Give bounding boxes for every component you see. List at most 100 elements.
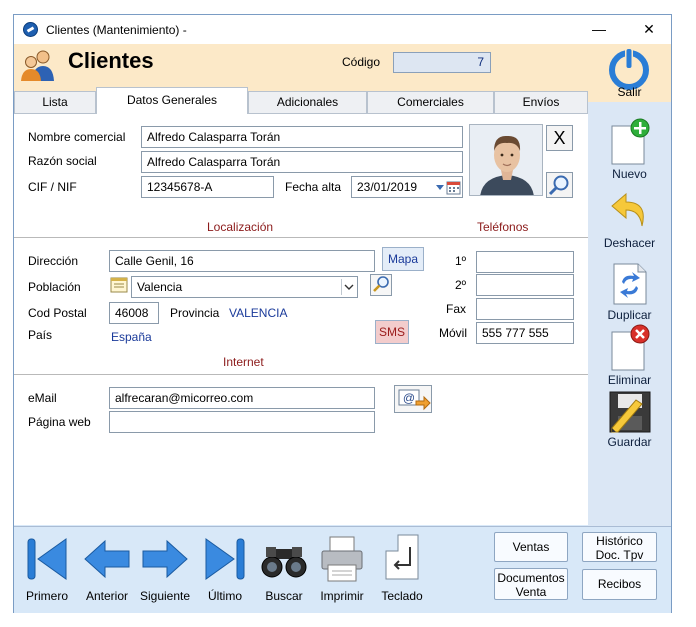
email-field[interactable]: alfrecaran@micorreo.com [109, 387, 375, 409]
telefono-2-field[interactable] [476, 274, 574, 296]
binoculars-icon [261, 547, 307, 578]
cif-nif-field[interactable]: 12345678-A [141, 176, 274, 198]
guardar-button[interactable]: Guardar [588, 390, 671, 450]
cod-postal-label: Cod Postal [28, 306, 87, 320]
tab-comerciales[interactable]: Comerciales [367, 91, 494, 113]
pais-label: País [28, 328, 53, 342]
documentos-venta-button[interactable]: Documentos Venta [494, 568, 568, 600]
poblacion-label: Población [28, 280, 81, 294]
telefono-1-field[interactable] [476, 251, 574, 273]
teclado-button[interactable]: Teclado [376, 533, 428, 605]
chevron-down-icon[interactable] [341, 279, 355, 295]
codigo-field[interactable]: 7 [393, 52, 491, 73]
enter-key-icon [385, 534, 419, 580]
ultimo-button[interactable]: Último [202, 533, 248, 605]
localizacion-divider [14, 237, 588, 238]
tab-bar: Lista Datos Generales Adicionales Comerc… [14, 87, 588, 114]
users-icon [21, 50, 54, 81]
printer-icon [321, 536, 363, 582]
undo-icon [611, 192, 644, 227]
new-document-icon [611, 118, 650, 165]
duplicar-button[interactable]: Duplicar [588, 260, 671, 324]
save-icon [609, 391, 651, 433]
localizacion-section-title: Localización [207, 220, 274, 234]
arrow-left-icon [84, 539, 130, 579]
recibos-button[interactable]: Recibos [582, 569, 657, 600]
buscar-button[interactable]: Buscar [258, 533, 310, 605]
deshacer-label: Deshacer [603, 236, 656, 250]
zoom-photo-button[interactable] [546, 172, 573, 198]
title-bar: Clientes (Mantenimiento) - — ✕ [14, 15, 671, 44]
nuevo-label: Nuevo [612, 167, 647, 181]
arrow-right-icon [142, 539, 188, 579]
nombre-comercial-field[interactable]: Alfredo Calasparra Torán [141, 126, 463, 148]
movil-field[interactable]: 555 777 555 [476, 322, 574, 344]
bottom-toolbar: Primero Anterior Siguiente Último Buscar… [14, 526, 671, 613]
imprimir-label: Imprimir [320, 589, 364, 603]
fecha-alta-label: Fecha alta [285, 180, 342, 194]
close-window-button[interactable]: ✕ [638, 19, 660, 39]
imprimir-button[interactable]: Imprimir [316, 533, 368, 605]
remove-photo-button[interactable]: X [546, 125, 573, 151]
fax-label: Fax [446, 302, 467, 316]
app-icon [23, 22, 38, 37]
pagina-web-label: Página web [28, 415, 91, 429]
eliminar-button[interactable]: Eliminar [588, 324, 671, 388]
tab-adicionales[interactable]: Adicionales [248, 91, 367, 113]
tab-envios[interactable]: Envíos [494, 91, 588, 113]
documentos-label: Documentos [497, 571, 565, 585]
nuevo-button[interactable]: Nuevo [588, 118, 671, 182]
direccion-field[interactable]: Calle Genil, 16 [109, 250, 375, 272]
historico-label: Histórico [596, 534, 643, 548]
minimize-button[interactable]: — [588, 19, 610, 39]
movil-label: Móvil [439, 326, 468, 340]
tab-datos-generales[interactable]: Datos Generales [96, 87, 248, 114]
email-label: eMail [28, 391, 57, 405]
calendar-icon[interactable] [435, 181, 461, 195]
telefonos-section-title: Teléfonos [477, 220, 529, 234]
svg-text:@: @ [403, 391, 415, 405]
power-icon [609, 47, 649, 90]
delete-document-icon [611, 324, 650, 371]
datos-generales-panel: Nombre comercial Alfredo Calasparra Torá… [14, 113, 588, 525]
pagina-web-field[interactable] [109, 411, 375, 433]
pais-value[interactable]: España [111, 330, 152, 344]
send-email-icon[interactable]: @ [394, 385, 432, 413]
fax-field[interactable] [476, 298, 574, 320]
razon-social-label: Razón social [28, 154, 97, 168]
cif-nif-label: CIF / NIF [28, 180, 77, 194]
anterior-button[interactable]: Anterior [82, 533, 132, 605]
ultimo-label: Último [207, 589, 242, 603]
internet-divider [14, 374, 588, 375]
search-icon[interactable] [370, 274, 392, 296]
list-icon[interactable] [110, 276, 128, 294]
last-record-icon [205, 538, 245, 580]
page-title: Clientes [68, 48, 154, 73]
exit-button[interactable]: Salir [588, 44, 671, 102]
magnifier-icon [548, 175, 569, 196]
historico-doc-tpv-button[interactable]: Histórico Doc. Tpv [582, 532, 657, 562]
eliminar-label: Eliminar [607, 373, 652, 387]
razon-social-field[interactable]: Alfredo Calasparra Torán [141, 151, 463, 173]
tab-lista[interactable]: Lista [14, 91, 96, 113]
sms-button[interactable]: SMS [375, 320, 409, 344]
siguiente-button[interactable]: Siguiente [138, 533, 192, 605]
provincia-value: VALENCIA [229, 306, 288, 320]
first-record-icon [27, 538, 67, 580]
deshacer-button[interactable]: Deshacer [588, 188, 671, 252]
direccion-label: Dirección [28, 254, 79, 268]
provincia-label: Provincia [170, 306, 220, 320]
mapa-button[interactable]: Mapa [382, 247, 424, 271]
cod-postal-field[interactable]: 46008 [109, 302, 159, 324]
poblacion-select[interactable]: Valencia [131, 276, 358, 298]
action-sidebar: Nuevo Deshacer Duplicar Eliminar Guardar [588, 102, 671, 526]
primero-button[interactable]: Primero [22, 533, 72, 605]
codigo-label: Código [342, 55, 381, 69]
customer-photo [469, 124, 543, 196]
duplicate-icon [613, 263, 647, 305]
telefono-2-label: 2º [455, 278, 467, 292]
ventas-button[interactable]: Ventas [494, 532, 568, 562]
exit-label: Salir [617, 85, 642, 99]
primero-label: Primero [25, 589, 68, 603]
person-photo-icon [470, 125, 542, 195]
